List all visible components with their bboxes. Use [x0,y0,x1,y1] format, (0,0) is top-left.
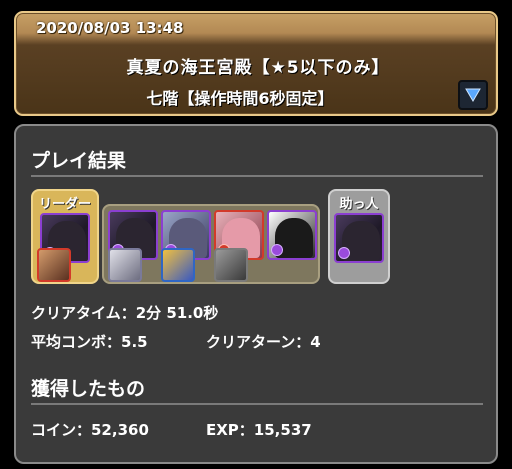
leader-label: リーダー [38,197,91,212]
assist-monster-card[interactable] [214,248,248,282]
play-date: 2020/08/03 13:48 [36,19,184,37]
dungeon-banner: 2020/08/03 13:48 真夏の海王宮殿【★5以下のみ】 七階【操作時間… [14,11,498,116]
exp-reward: EXP：15,537 [206,421,312,439]
leader-slot: リーダー [31,189,99,284]
helper-slot: 助っ人 [328,189,390,284]
divider [31,403,483,405]
sub-monster-card-4[interactable] [267,210,317,260]
coin-reward: コイン：52,360 [31,421,149,439]
helper-label: 助っ人 [339,197,379,212]
sub-members [102,204,320,284]
clear-turns: クリアターン：4 [206,333,321,351]
result-panel: プレイ結果 リーダー 助っ人 クリアタイム：2分 51.0秒 平均コンボ：5.5… [14,124,498,464]
assist-monster-card[interactable] [37,248,71,282]
expand-button[interactable] [458,80,488,110]
dark-attribute-icon [338,247,350,259]
triangle-down-icon [465,88,481,102]
floor-subtitle: 七階【操作時間6秒固定】 [146,89,334,108]
dark-attribute-icon [271,244,283,256]
clear-time: クリアタイム：2分 51.0秒 [31,304,219,322]
assist-monster-card[interactable] [108,248,142,282]
average-combo: 平均コンボ：5.5 [31,333,148,351]
play-result-heading: プレイ結果 [31,150,127,172]
helper-monster-card[interactable] [334,213,384,263]
rewards-heading: 獲得したもの [31,378,146,400]
divider [31,175,483,177]
dungeon-title: 真夏の海王宮殿【★5以下のみ】 [126,58,390,78]
assist-monster-card[interactable] [161,248,195,282]
